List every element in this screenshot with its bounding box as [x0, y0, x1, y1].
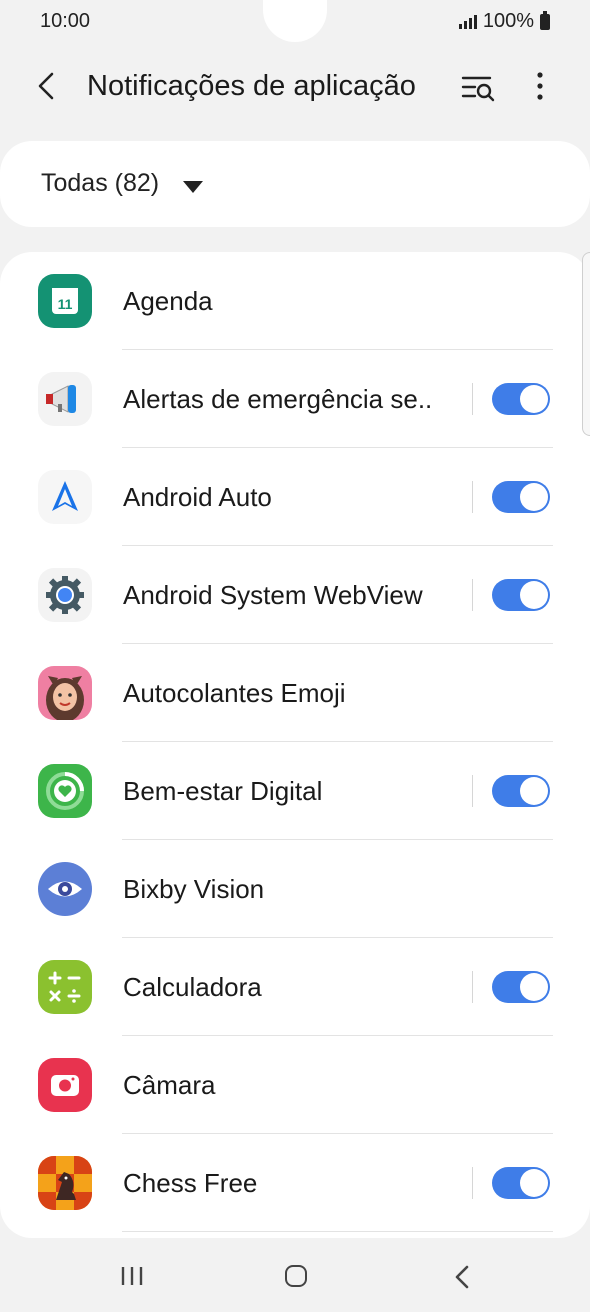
recent-apps-icon[interactable]: [120, 1266, 146, 1286]
list-item[interactable]: Bem-estar Digital: [0, 742, 590, 840]
app-name: Calculadora: [123, 972, 262, 1002]
back-arrow-icon[interactable]: [30, 68, 66, 104]
avatar-emoji-icon: [38, 666, 92, 720]
notification-toggle[interactable]: [492, 971, 550, 1003]
app-name: Autocolantes Emoji: [123, 678, 346, 708]
camera-notch: [263, 0, 327, 42]
nav-back-icon[interactable]: [452, 1264, 472, 1290]
list-item[interactable]: Câmara: [0, 1036, 590, 1134]
app-list: 11 Agenda Alertas de emergência se.. And…: [0, 252, 590, 1238]
app-name: Android System WebView: [123, 580, 423, 610]
list-item[interactable]: Android Auto: [0, 448, 590, 546]
status-right: 100%: [458, 10, 550, 33]
notification-toggle[interactable]: [492, 383, 550, 415]
list-item[interactable]: Bixby Vision: [0, 840, 590, 938]
status-bar: 10:00 100%: [0, 0, 590, 44]
navigation-bar: [0, 1240, 590, 1312]
list-item[interactable]: Calculadora: [0, 938, 590, 1036]
calendar-icon: 11: [38, 274, 92, 328]
notification-toggle[interactable]: [492, 579, 550, 611]
battery-percent: 100%: [482, 10, 534, 32]
page-title: Notificações de aplicação: [87, 70, 416, 102]
dropdown-arrow-icon: [183, 181, 203, 193]
filter-label: Todas (82): [41, 169, 160, 197]
app-name: Bixby Vision: [123, 874, 265, 904]
search-list-icon[interactable]: [458, 70, 498, 106]
app-name: Câmara: [123, 1070, 216, 1100]
status-time: 10:00: [40, 10, 91, 32]
app-name: Agenda: [123, 286, 213, 316]
chess-icon: [38, 1156, 92, 1210]
app-name: Android Auto: [123, 482, 272, 512]
separator: [472, 971, 473, 1003]
separator: [472, 383, 473, 415]
calculator-icon: [38, 960, 92, 1014]
eye-icon: [38, 862, 92, 916]
notification-toggle[interactable]: [492, 775, 550, 807]
separator: [472, 579, 473, 611]
app-name: Chess Free: [123, 1168, 258, 1198]
list-item[interactable]: 11 Agenda: [0, 252, 590, 350]
separator: [472, 775, 473, 807]
list-item[interactable]: Autocolantes Emoji: [0, 644, 590, 742]
separator: [472, 1167, 473, 1199]
more-options-icon[interactable]: [522, 68, 558, 104]
app-name: Alertas de emergência se..: [123, 384, 433, 414]
signal-icon: [458, 14, 477, 29]
divider: [122, 1231, 553, 1232]
list-item[interactable]: Alertas de emergência se..: [0, 350, 590, 448]
webview-gear-icon: [38, 568, 92, 622]
notification-toggle[interactable]: [492, 481, 550, 513]
notification-toggle[interactable]: [492, 1167, 550, 1199]
list-item[interactable]: Chess Free: [0, 1134, 590, 1232]
camera-icon: [38, 1058, 92, 1112]
app-bar: Notificações de aplicação: [0, 56, 590, 118]
separator: [472, 481, 473, 513]
app-name: Bem-estar Digital: [123, 776, 323, 806]
svg-text:11: 11: [58, 296, 73, 312]
digital-wellbeing-icon: [38, 764, 92, 818]
filter-dropdown[interactable]: Todas (82): [0, 141, 590, 227]
scrollbar[interactable]: [582, 252, 590, 436]
list-item[interactable]: Android System WebView: [0, 546, 590, 644]
battery-icon: [540, 10, 550, 30]
android-auto-icon: [38, 470, 92, 524]
home-icon[interactable]: [285, 1265, 307, 1287]
megaphone-icon: [38, 372, 92, 426]
